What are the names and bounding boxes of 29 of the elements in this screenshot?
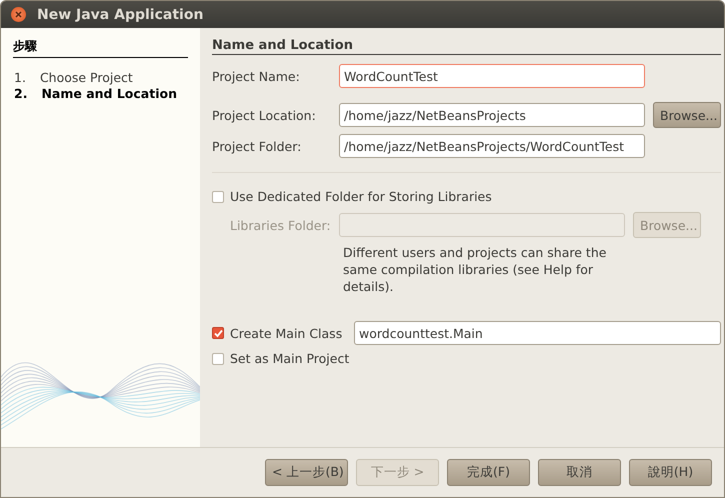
- close-icon: [15, 11, 22, 18]
- wizard-button[interactable]: 說明(H): [629, 459, 712, 486]
- checkbox-label: Create Main Class: [230, 326, 344, 340]
- field-label: Libraries Folder:: [229, 218, 331, 232]
- steps-heading: 步驟: [13, 38, 188, 58]
- browse-button[interactable]: Browse...: [653, 102, 721, 128]
- field-label: Project Folder:: [212, 138, 302, 154]
- text-field[interactable]: /home/jazz/NetBeansProjects/WordCountTest: [339, 134, 645, 158]
- checkbox[interactable]: [212, 352, 224, 364]
- text-field[interactable]: /home/jazz/NetBeansProjects: [339, 103, 645, 127]
- window-title: New Java Application: [37, 6, 204, 22]
- help-note: Different users and projects can share the same compilation libraries (see Help for details).: [343, 244, 608, 295]
- checkbox-label: Use Dedicated Folder for Storing Libraries: [230, 189, 492, 204]
- step-number: 1.: [14, 70, 26, 85]
- text-field[interactable]: [339, 213, 625, 237]
- step-label: Name and Location: [41, 86, 177, 101]
- field-label: Project Name:: [212, 68, 301, 84]
- step-number: 2.: [14, 86, 28, 101]
- wizard-button[interactable]: 取消: [538, 459, 621, 486]
- checkbox[interactable]: [212, 327, 224, 339]
- section-title: Name and Location: [212, 38, 721, 55]
- text-field[interactable]: WordCountTest: [339, 64, 645, 88]
- checkbox-label: Set as Main Project: [230, 351, 350, 366]
- step-label: Choose Project: [40, 70, 133, 85]
- text-field[interactable]: wordcounttest.Main: [354, 321, 721, 345]
- field-label: Project Location:: [212, 108, 317, 122]
- wizard-button[interactable]: < 上一步(B): [265, 459, 348, 486]
- close-button[interactable]: [11, 7, 26, 22]
- wizard-button[interactable]: 完成(F): [447, 459, 530, 486]
